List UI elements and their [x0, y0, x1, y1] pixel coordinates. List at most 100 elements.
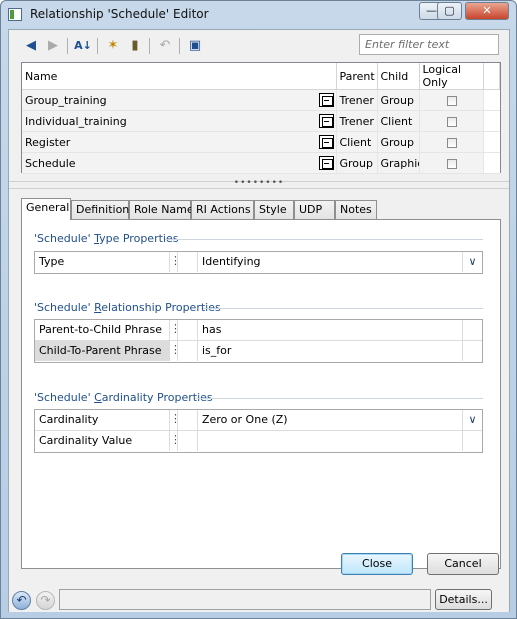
- toolbar-separator: [179, 38, 180, 54]
- cardinality-value-field[interactable]: [198, 431, 464, 451]
- row-logical-only: [419, 131, 484, 153]
- section-cardinality-properties: 'Schedule' Cardinality Properties: [34, 391, 213, 404]
- row-filler: [483, 110, 500, 132]
- column-resize-grip[interactable]: [170, 341, 181, 361]
- chevron-down-icon[interactable]: ∨: [462, 410, 482, 430]
- forward-icon[interactable]: ↷: [36, 591, 55, 610]
- row-child: Graphic: [377, 152, 420, 174]
- maximize-button[interactable]: ▢: [437, 2, 462, 20]
- row-name: Group_training: [25, 93, 107, 107]
- child-to-parent-label: Child-To-Parent Phrase: [35, 341, 170, 361]
- row-filler: [483, 89, 500, 111]
- row-parent: Trener: [336, 89, 378, 111]
- editor-window: Relationship 'Schedule' Editor — ▢ ✕ ◀ ▶…: [0, 0, 517, 619]
- app-icon: [8, 8, 22, 21]
- filter-input[interactable]: Enter filter text: [359, 34, 499, 55]
- status-field: [59, 589, 431, 610]
- cardinality-value-row[interactable]: Cardinality Value: [35, 431, 482, 452]
- type-row[interactable]: Type Identifying ∨: [35, 252, 482, 273]
- toolbar-separator: [97, 38, 98, 54]
- row-gap: [178, 410, 198, 430]
- notebook-icon[interactable]: ▣: [185, 36, 205, 56]
- logical-only-checkbox[interactable]: [446, 95, 457, 106]
- row-name-cell[interactable]: Individual_training: [22, 110, 337, 132]
- tab-definition[interactable]: Definition: [71, 200, 129, 219]
- logical-only-checkbox[interactable]: [446, 158, 457, 169]
- column-resize-grip[interactable]: [170, 431, 181, 451]
- details-button[interactable]: Details...: [435, 589, 492, 610]
- row-name-cell[interactable]: Register: [22, 131, 337, 153]
- row-child: Client: [377, 110, 420, 132]
- type-property-grid: Type Identifying ∨: [34, 251, 483, 274]
- grid-header: Name Parent Child Logical Only: [22, 63, 500, 90]
- table-row[interactable]: Individual_training Trener Client: [22, 110, 500, 132]
- row-parent: Trener: [336, 110, 378, 132]
- parent-to-child-row[interactable]: Parent-to-Child Phrase has: [35, 320, 482, 341]
- column-header-logical-only[interactable]: Logical Only: [419, 63, 484, 90]
- section-prefix: 'Schedule': [34, 232, 95, 245]
- chevron-down-icon[interactable]: ∨: [462, 252, 482, 272]
- type-value[interactable]: Identifying: [198, 252, 482, 272]
- sort-icon[interactable]: A↓: [73, 36, 93, 56]
- table-row[interactable]: Group_training Trener Group: [22, 89, 500, 111]
- section-divider: [165, 239, 483, 240]
- column-resize-grip[interactable]: [170, 320, 181, 340]
- cardinality-row[interactable]: Cardinality Zero or One (Z) ∨: [35, 410, 482, 431]
- tab-general[interactable]: General: [21, 198, 71, 220]
- entity-icon[interactable]: [318, 156, 334, 170]
- child-to-parent-row[interactable]: Child-To-Parent Phrase is_for: [35, 341, 482, 362]
- cancel-button[interactable]: Cancel: [427, 553, 499, 575]
- table-row[interactable]: Schedule Group Graphic: [22, 152, 500, 174]
- section-mnemonic: C: [94, 391, 102, 404]
- new-icon[interactable]: ✶: [103, 36, 123, 56]
- column-header-filler: [483, 63, 500, 90]
- column-header-name[interactable]: Name: [22, 63, 337, 90]
- row-logical-only: [419, 152, 484, 174]
- title-bar: Relationship 'Schedule' Editor — ▢ ✕: [1, 1, 516, 28]
- entity-icon[interactable]: [318, 135, 334, 149]
- row-child: Group: [377, 89, 420, 111]
- cardinality-value[interactable]: Zero or One (Z): [198, 410, 464, 430]
- row-gap: [178, 252, 198, 272]
- entity-icon[interactable]: [318, 114, 334, 128]
- window-title: Relationship 'Schedule' Editor: [30, 7, 209, 21]
- row-name: Individual_training: [25, 114, 127, 128]
- table-row[interactable]: Register Client Group: [22, 131, 500, 153]
- close-button[interactable]: Close: [341, 553, 413, 575]
- entity-icon[interactable]: [318, 93, 334, 107]
- row-name: Register: [25, 135, 71, 149]
- column-header-child[interactable]: Child: [377, 63, 420, 90]
- tab-udp[interactable]: UDP: [294, 200, 335, 219]
- tab-role-name[interactable]: Role Name: [129, 200, 194, 219]
- logical-only-checkbox[interactable]: [446, 116, 457, 127]
- status-bar: ↶ ↷ Details...: [9, 585, 509, 612]
- type-label: Type: [35, 252, 170, 272]
- parent-to-child-label: Parent-to-Child Phrase: [35, 320, 170, 340]
- cardinality-label: Cardinality: [35, 410, 170, 430]
- row-gap: [178, 431, 198, 451]
- relationship-property-grid: Parent-to-Child Phrase has Child-To-Pare…: [34, 319, 483, 363]
- logical-only-checkbox[interactable]: [446, 137, 457, 148]
- column-resize-grip[interactable]: [170, 252, 181, 272]
- splitter-handle[interactable]: ••••••••: [9, 179, 509, 189]
- undo-icon[interactable]: ↶: [155, 36, 175, 56]
- row-name-cell[interactable]: Group_training: [22, 89, 337, 111]
- child-to-parent-field[interactable]: is_for: [198, 341, 464, 361]
- close-window-button[interactable]: ✕: [465, 2, 509, 20]
- relationship-grid: Name Parent Child Logical Only Group_tra…: [21, 62, 501, 174]
- parent-to-child-field[interactable]: has: [198, 320, 464, 340]
- column-resize-grip[interactable]: [170, 410, 181, 430]
- row-name-cell[interactable]: Schedule: [22, 152, 337, 174]
- row-child: Group: [377, 131, 420, 153]
- first-icon[interactable]: ◀: [21, 36, 41, 56]
- tab-style[interactable]: Style: [254, 200, 294, 219]
- row-parent: Client: [336, 131, 378, 153]
- section-prefix: 'Schedule': [34, 301, 95, 314]
- cardinality-value-label: Cardinality Value: [35, 431, 170, 451]
- delete-icon[interactable]: ▮: [125, 36, 145, 56]
- tab-notes[interactable]: Notes: [335, 200, 377, 219]
- back-icon[interactable]: ↶: [12, 591, 31, 610]
- column-header-parent[interactable]: Parent: [336, 63, 378, 90]
- next-icon[interactable]: ▶: [43, 36, 63, 56]
- tab-ri-actions[interactable]: RI Actions: [191, 200, 254, 219]
